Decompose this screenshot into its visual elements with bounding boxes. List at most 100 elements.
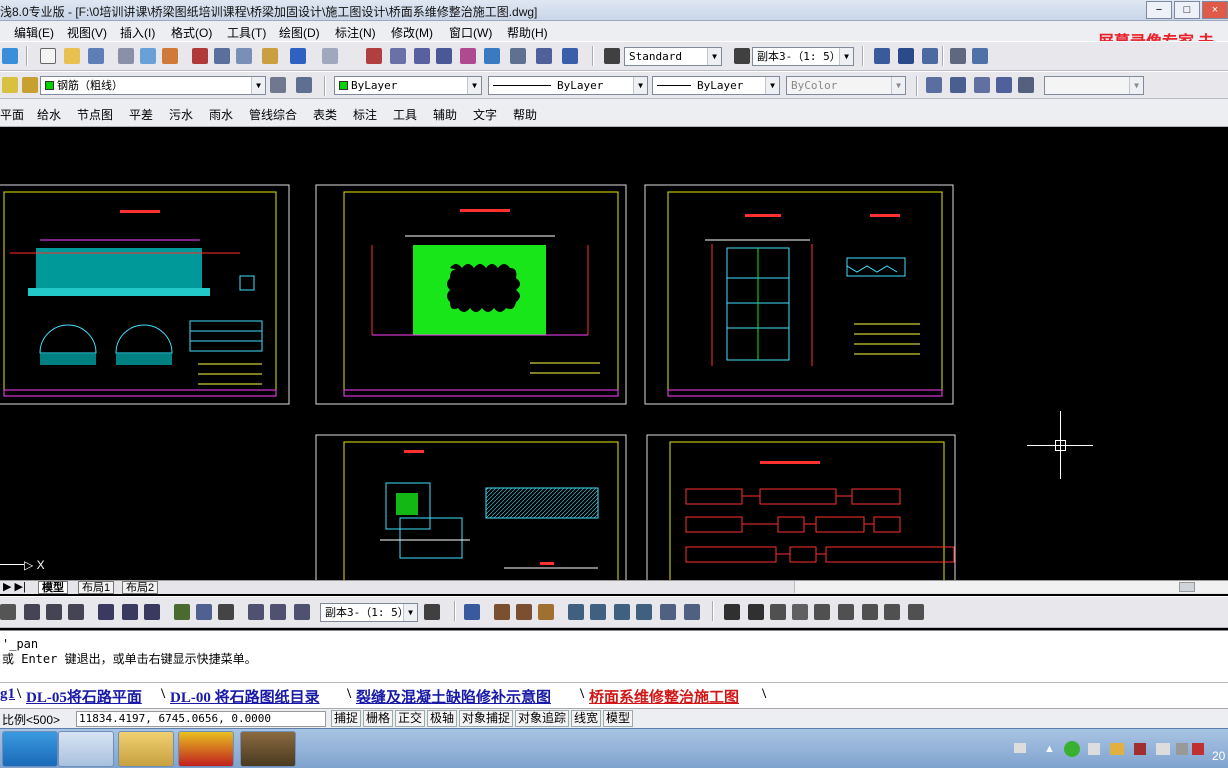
text-style-icon[interactable] xyxy=(838,604,854,620)
menu-help[interactable]: 帮助(H) xyxy=(507,24,548,41)
justify-text-icon[interactable] xyxy=(884,604,900,620)
tab-layout2[interactable]: 布局2 xyxy=(122,581,159,594)
single-line-text-icon[interactable] xyxy=(748,604,764,620)
menu-tools[interactable]: 工具(T) xyxy=(227,24,266,41)
plugin-menu-pipeline[interactable]: 管线综合 xyxy=(249,106,297,123)
plugin-menu-tools[interactable]: 工具 xyxy=(393,106,417,123)
notebook-app-icon[interactable] xyxy=(58,731,114,767)
color-select[interactable]: ByLayer ▼ xyxy=(334,76,482,95)
file-tab-2[interactable]: DL-05将石路平面 xyxy=(26,686,142,707)
lineweight-select[interactable]: ByLayer ▼ xyxy=(652,76,780,95)
plugin-menu-balance[interactable]: 平差 xyxy=(129,106,153,123)
layer-iso-icon[interactable] xyxy=(972,48,988,64)
plotstyle-select[interactable]: ByColor ▼ xyxy=(786,76,906,95)
dim-baseline-icon[interactable] xyxy=(122,604,138,620)
find-text-icon[interactable] xyxy=(792,604,808,620)
spell-check-icon[interactable] xyxy=(814,604,830,620)
close-button[interactable]: × xyxy=(1202,1,1228,19)
tolerance-icon[interactable] xyxy=(196,604,212,620)
toggle-lineweight[interactable]: 线宽 xyxy=(571,710,602,727)
toggle-snap[interactable]: 捕捉 xyxy=(331,710,362,727)
layer-previous-icon[interactable] xyxy=(296,77,312,93)
calculator-icon[interactable] xyxy=(536,48,552,64)
file-explorer-icon[interactable] xyxy=(118,731,174,767)
publish-icon[interactable] xyxy=(162,48,178,64)
no-symbol-icon[interactable] xyxy=(46,604,62,620)
toggle-model[interactable]: 模型 xyxy=(603,710,634,727)
attribute-manager-icon[interactable] xyxy=(614,604,630,620)
keyboard-icon[interactable] xyxy=(1014,743,1026,753)
volume-icon[interactable] xyxy=(1088,743,1100,755)
edit-text-icon[interactable] xyxy=(770,604,786,620)
menu-view[interactable]: 视图(V) xyxy=(67,24,107,41)
usb-icon[interactable] xyxy=(1176,743,1188,755)
clock[interactable]: 20 xyxy=(1212,749,1225,763)
tab-model[interactable]: 模型 xyxy=(38,581,68,594)
viewport-object-icon[interactable] xyxy=(974,77,990,93)
linetype-select[interactable]: ByLayer ▼ xyxy=(488,76,648,95)
file-tab-3[interactable]: DL-00 将石路图纸目录 xyxy=(170,686,320,707)
scale-label[interactable]: 比例<500> xyxy=(2,711,60,728)
edit-hatch-icon[interactable] xyxy=(538,604,554,620)
edit-spline-icon[interactable] xyxy=(516,604,532,620)
dim-aligned-icon[interactable] xyxy=(98,604,114,620)
plugin-menu-help[interactable]: 帮助 xyxy=(513,106,537,123)
command-window[interactable]: '_pan 或 Enter 键退出，或单击右键显示快捷菜单。 xyxy=(0,630,1228,682)
menu-modify[interactable]: 修改(M) xyxy=(391,24,433,41)
arc-icon[interactable] xyxy=(68,604,84,620)
edit-polyline-icon[interactable] xyxy=(494,604,510,620)
layer-select[interactable]: 钢筋（粗线） ▼ xyxy=(40,76,266,95)
plot-preview-icon[interactable] xyxy=(140,48,156,64)
recorder-app-icon[interactable] xyxy=(178,731,234,767)
plugin-menu-sewage[interactable]: 污水 xyxy=(169,106,193,123)
user-icon[interactable] xyxy=(1110,743,1124,755)
table-style-icon[interactable] xyxy=(874,48,890,64)
toggle-polar[interactable]: 极轴 xyxy=(427,710,458,727)
make-current-layer-icon[interactable] xyxy=(270,77,286,93)
toggle-osnap[interactable]: 对象捕捉 xyxy=(459,710,514,727)
open-file-icon[interactable] xyxy=(64,48,80,64)
undo-icon[interactable] xyxy=(290,48,306,64)
toggle-grid[interactable]: 栅格 xyxy=(363,710,394,727)
leader-icon[interactable] xyxy=(174,604,190,620)
viewport-scale-select[interactable]: ▼ xyxy=(1044,76,1144,95)
extract-attributes-icon[interactable] xyxy=(660,604,676,620)
new-file-icon[interactable] xyxy=(40,48,56,64)
dim-linear-icon[interactable] xyxy=(0,604,16,620)
scrollbar-thumb[interactable] xyxy=(1179,582,1195,592)
properties-icon[interactable] xyxy=(460,48,476,64)
circle-icon[interactable] xyxy=(24,604,40,620)
menu-insert[interactable]: 插入(I) xyxy=(120,24,155,41)
layer-previous-icon[interactable] xyxy=(950,48,966,64)
network-off-icon[interactable] xyxy=(1192,743,1204,755)
tool-palettes-icon[interactable] xyxy=(510,48,526,64)
viewport-scale-icon[interactable] xyxy=(1018,77,1034,93)
tab-layout1[interactable]: 布局1 xyxy=(78,581,115,594)
plugin-menu-annotation[interactable]: 标注 xyxy=(353,106,377,123)
menu-format[interactable]: 格式(O) xyxy=(171,24,212,41)
tray-expand-icon[interactable]: ▲ xyxy=(1044,743,1055,755)
plugin-menu-node-diagram[interactable]: 节点图 xyxy=(77,106,113,123)
file-tab-4[interactable]: 裂缝及混凝土缺陷修补示意图 xyxy=(356,686,551,707)
draw-order-icon[interactable] xyxy=(464,604,480,620)
dim-continue-icon[interactable] xyxy=(144,604,160,620)
add-icon[interactable] xyxy=(1064,741,1080,757)
center-mark-icon[interactable] xyxy=(218,604,234,620)
minimize-button[interactable]: − xyxy=(1146,1,1172,19)
text-style-select[interactable]: Standard ▼ xyxy=(624,47,722,66)
sync-attributes-icon[interactable] xyxy=(636,604,652,620)
convert-distance-icon[interactable] xyxy=(908,604,924,620)
maximize-button[interactable]: □ xyxy=(1174,1,1200,19)
viewport-clip-icon[interactable] xyxy=(996,77,1012,93)
dim-update-icon[interactable] xyxy=(294,604,310,620)
redo-icon[interactable] xyxy=(322,48,338,64)
tab-nav-arrows[interactable]: ▶ ▶| xyxy=(0,581,29,594)
scale-text-icon[interactable] xyxy=(862,604,878,620)
security-icon[interactable] xyxy=(1134,743,1146,755)
plot-style-icon[interactable] xyxy=(898,48,914,64)
cad-app-icon[interactable] xyxy=(2,731,58,767)
block-attribute-icon[interactable] xyxy=(590,604,606,620)
multiline-text-icon[interactable] xyxy=(724,604,740,620)
menu-dimension[interactable]: 标注(N) xyxy=(335,24,376,41)
horizontal-scrollbar[interactable] xyxy=(794,581,1228,593)
